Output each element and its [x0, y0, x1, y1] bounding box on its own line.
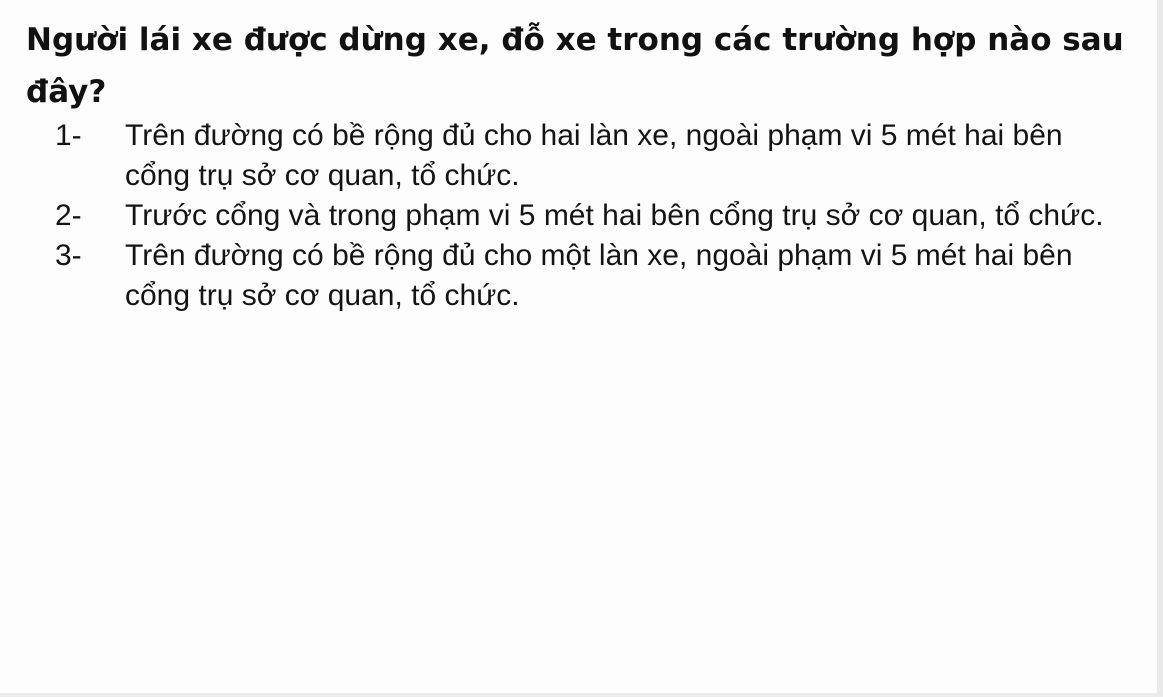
answer-option-1[interactable]: 1- Trên đường có bề rộng đủ cho hai làn …: [55, 116, 1150, 196]
question-text: Người lái xe được dừng xe, đỗ xe trong c…: [26, 22, 1124, 110]
answer-option-2[interactable]: 2- Trước cổng và trong phạm vi 5 mét hai…: [55, 196, 1150, 236]
answer-option-3[interactable]: 3- Trên đường có bề rộng đủ cho một làn …: [55, 236, 1150, 316]
answer-options: 1- Trên đường có bề rộng đủ cho hai làn …: [0, 116, 1150, 316]
option-text: Trước cổng và trong phạm vi 5 mét hai bê…: [125, 199, 1104, 232]
option-text: Trên đường có bề rộng đủ cho một làn xe,…: [125, 239, 1073, 312]
question-card: Người lái xe được dừng xe, đỗ xe trong c…: [0, 0, 1163, 697]
option-number: 1-: [55, 119, 82, 152]
option-number: 2-: [55, 199, 82, 232]
option-text: Trên đường có bề rộng đủ cho hai làn xe,…: [125, 119, 1063, 192]
option-number: 3-: [55, 239, 82, 272]
